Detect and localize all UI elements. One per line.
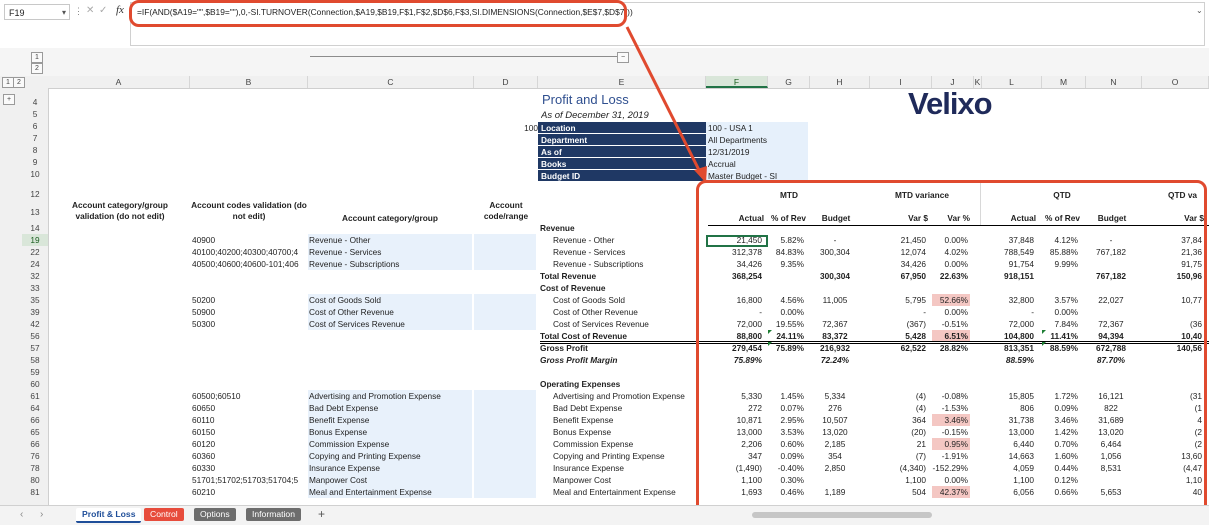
sheet-tab-bar: ‹ › Profit & Loss Control Options Informati…	[0, 505, 1209, 525]
sheet-tab-options[interactable]: Options	[194, 508, 236, 521]
sheet-tab-control[interactable]: Control	[144, 508, 184, 521]
sheet-tab-profit-loss[interactable]: Profit & Loss	[76, 508, 142, 523]
next-sheet-icon[interactable]: ›	[40, 509, 43, 520]
horizontal-scrollbar[interactable]	[752, 512, 932, 518]
prev-sheet-icon[interactable]: ‹	[20, 509, 23, 520]
add-sheet-icon[interactable]: +	[318, 507, 325, 521]
sheet-tab-information[interactable]: Information	[246, 508, 301, 521]
callout-arrow	[625, 26, 707, 183]
